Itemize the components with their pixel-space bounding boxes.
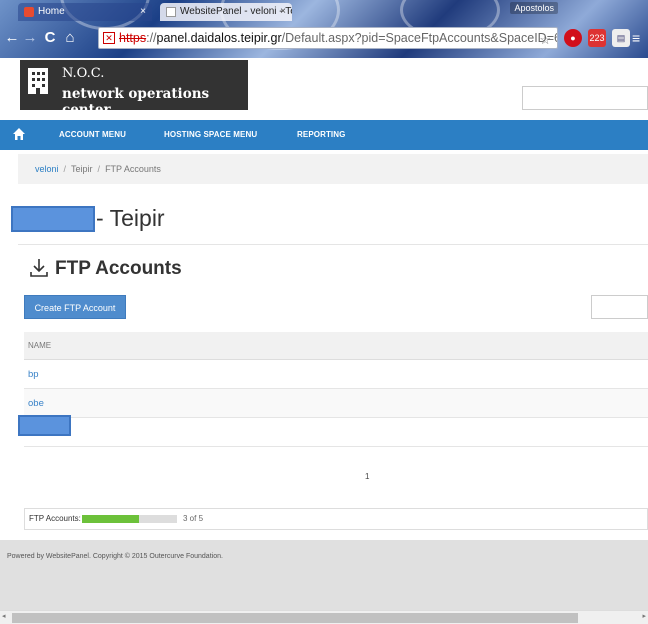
- breadcrumb-separator: /: [63, 164, 67, 174]
- menu-icon[interactable]: ≡: [632, 30, 640, 46]
- gmail-extension-icon[interactable]: 223: [588, 29, 606, 47]
- quota-bar: FTP Accounts: 3 of 5: [24, 508, 648, 530]
- section-title: FTP Accounts: [55, 258, 182, 279]
- divider: [18, 244, 648, 245]
- ftp-accounts-table: NAME bp obe: [24, 332, 648, 447]
- search-input[interactable]: [591, 295, 648, 319]
- profile-button[interactable]: Apostolos: [510, 2, 558, 14]
- breadcrumb: veloni / Teipir / FTP Accounts: [18, 154, 648, 184]
- page-favicon-icon: [166, 7, 176, 17]
- horizontal-scrollbar[interactable]: ◂ ▸: [0, 610, 648, 624]
- insecure-lock-icon: ✕: [103, 32, 115, 44]
- create-ftp-account-button[interactable]: Create FTP Account: [24, 295, 126, 319]
- account-link[interactable]: obe: [28, 398, 44, 409]
- nav-account-menu[interactable]: ACCOUNT MENU: [59, 120, 126, 150]
- table-row: bp: [24, 360, 648, 389]
- breadcrumb-item[interactable]: veloni: [35, 164, 59, 174]
- breadcrumb-current: FTP Accounts: [105, 164, 161, 174]
- scroll-right-icon[interactable]: ▸: [642, 612, 646, 620]
- footer-text: Powered by WebsitePanel. Copyright © 201…: [7, 553, 223, 560]
- quota-label: FTP Accounts:: [29, 514, 81, 523]
- footer: Powered by WebsitePanel. Copyright © 201…: [0, 540, 648, 610]
- redaction-block: [18, 415, 71, 436]
- noc-logo[interactable]: N.O.C. network operations center: [20, 60, 248, 118]
- adblock-extension-icon[interactable]: ●: [564, 29, 582, 47]
- building-icon: [28, 68, 48, 94]
- url-separator: ://: [146, 31, 157, 45]
- download-icon: [30, 259, 48, 277]
- browser-toolbar: ← → C ⌂ ✕ https://panel.daidalos.teipir.…: [0, 22, 648, 56]
- url-scheme: https: [119, 31, 147, 45]
- address-bar[interactable]: ✕ https://panel.daidalos.teipir.gr/Defau…: [98, 27, 558, 49]
- logo-line2: network operations center: [62, 86, 210, 118]
- scrollbar-thumb[interactable]: [12, 613, 578, 623]
- column-header-name[interactable]: NAME: [24, 332, 648, 360]
- tab-home[interactable]: Home ×: [18, 3, 152, 21]
- header-search-input[interactable]: [522, 86, 648, 110]
- breadcrumb-item[interactable]: Teipir: [71, 164, 93, 174]
- tab-websitepanel[interactable]: WebsitePanel - veloni - Te ×: [160, 3, 292, 21]
- back-arrow-icon[interactable]: ←: [4, 30, 20, 46]
- gmail-favicon-icon: [24, 7, 34, 17]
- logo-line1: N.O.C.: [62, 66, 105, 81]
- quota-progress-fill: [82, 515, 139, 523]
- account-link[interactable]: bp: [28, 369, 39, 380]
- breadcrumb-separator: /: [97, 164, 101, 174]
- site-header: N.O.C. network operations center: [0, 58, 648, 120]
- close-icon[interactable]: ×: [140, 3, 146, 21]
- redaction-block: [11, 206, 95, 232]
- bookmark-star-icon[interactable]: ☆: [539, 30, 551, 48]
- web-page: N.O.C. network operations center ACCOUNT…: [0, 58, 648, 610]
- document-extension-icon[interactable]: ▤: [612, 29, 630, 47]
- nav-reporting[interactable]: REPORTING: [297, 120, 345, 150]
- tab-title: Home: [38, 6, 65, 17]
- tab-title: WebsitePanel - veloni - Te: [180, 6, 292, 17]
- table-row: [24, 418, 648, 447]
- quota-count: 3 of 5: [183, 514, 204, 523]
- pager-current-page[interactable]: 1: [365, 472, 369, 481]
- page-title: - Teipir: [96, 205, 165, 231]
- home-icon[interactable]: [12, 127, 26, 141]
- reload-icon[interactable]: C: [42, 30, 58, 46]
- forward-arrow-icon[interactable]: →: [22, 30, 38, 46]
- window-controls[interactable]: [558, 0, 648, 18]
- browser-chrome: Home × WebsitePanel - veloni - Te × Apos…: [0, 0, 648, 58]
- url-path: /Default.aspx?pid=SpaceFtpAccounts&Space…: [281, 31, 558, 45]
- url-host: panel.daidalos.teipir.gr: [156, 31, 282, 45]
- home-icon[interactable]: ⌂: [62, 30, 78, 46]
- quota-progress: [82, 515, 177, 523]
- table-row: obe: [24, 389, 648, 418]
- main-nav: ACCOUNT MENU HOSTING SPACE MENU REPORTIN…: [0, 120, 648, 150]
- nav-hosting-space-menu[interactable]: HOSTING SPACE MENU: [164, 120, 257, 150]
- scroll-left-icon[interactable]: ◂: [2, 612, 6, 620]
- close-icon[interactable]: ×: [280, 3, 286, 21]
